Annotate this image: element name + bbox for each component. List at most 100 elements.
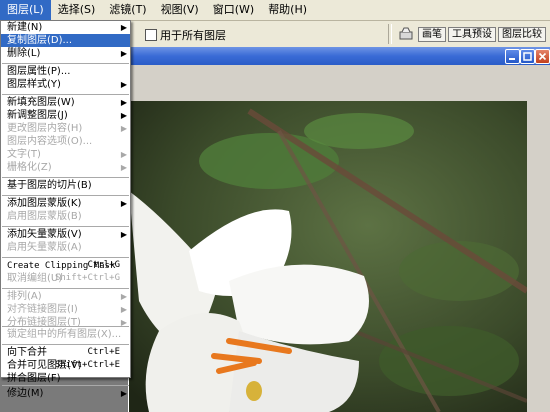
menu-item-label: 添加矢量蒙版(V) — [7, 229, 82, 240]
menu-item-label: 新填充图层(W) — [7, 97, 75, 108]
menu-item-label: 启用图层蒙版(B) — [7, 211, 82, 222]
menu-item-label: 删除(L) — [7, 48, 41, 59]
sample-all-layers-option[interactable]: 用于所有图层 — [145, 27, 226, 43]
menu-item-shortcut: Ctrl+G — [87, 260, 120, 270]
menu-item-label: 栅格化(Z) — [7, 162, 52, 173]
document-titlebar[interactable] — [129, 47, 550, 65]
submenu-arrow-icon: ▶ — [120, 199, 127, 208]
menu-item-new[interactable]: 新建(N) ▶ — [1, 21, 130, 34]
menu-item-shortcut: Shift+Ctrl+E — [54, 360, 120, 370]
submenu-arrow-icon: ▶ — [120, 124, 127, 133]
menu-item-merge-visible[interactable]: 合并可见图层(V) Shift+Ctrl+E — [1, 359, 130, 372]
palette-well: 画笔 工具预设 图层比较 — [418, 27, 546, 42]
menu-item-label: 添加图层蒙版(K) — [7, 198, 82, 209]
menu-separator — [2, 344, 129, 345]
menu-separator — [2, 385, 129, 386]
close-icon — [538, 52, 547, 61]
submenu-arrow-icon: ▶ — [120, 80, 127, 89]
menu-layer[interactable]: 图层(L) — [0, 0, 51, 20]
menu-item-layer-style[interactable]: 图层样式(Y) ▶ — [1, 78, 130, 91]
menu-item-delete[interactable]: 删除(L) ▶ — [1, 47, 130, 60]
menu-item-label: 修边(M) — [7, 388, 44, 399]
layer-menu-dropdown: 新建(N) ▶ 复制图层(D)... 删除(L) ▶ 图层属性(P)... 图层样式(Y) ▶… — [0, 20, 131, 399]
menu-select[interactable]: 选择(S) — [51, 0, 103, 20]
submenu-arrow-icon: ▶ — [120, 305, 127, 314]
sample-all-layers-checkbox[interactable] — [145, 29, 157, 41]
menu-separator — [2, 63, 129, 64]
menu-separator — [2, 94, 129, 95]
menu-item-label: 新建(N) — [7, 22, 43, 33]
options-divider — [388, 24, 392, 44]
menu-item-change-layer-content: 更改图层内容(H) ▶ — [1, 122, 130, 135]
menu-item-create-clipping-mask[interactable]: Create Clipping Mask Ctrl+G — [1, 259, 130, 272]
menu-separator — [2, 257, 129, 258]
submenu-arrow-icon: ▶ — [120, 23, 127, 32]
menu-item-merge-down[interactable]: 向下合并 Ctrl+E — [1, 346, 130, 359]
menu-separator — [2, 177, 129, 178]
submenu-arrow-icon: ▶ — [120, 111, 127, 120]
menu-bar: 图层(L) 选择(S) 滤镜(T) 视图(V) 窗口(W) 帮助(H) — [0, 0, 550, 21]
submenu-arrow-icon: ▶ — [120, 230, 127, 239]
minimize-icon — [509, 58, 515, 60]
submenu-arrow-icon: ▶ — [120, 98, 127, 107]
menu-item-type: 文字(T) ▶ — [1, 148, 130, 161]
menu-item-label: 排列(A) — [7, 291, 42, 302]
menu-item-label: 基于图层的切片(B) — [7, 180, 92, 191]
menu-item-label: 取消编组(U) — [7, 273, 63, 284]
maximize-icon — [523, 52, 532, 61]
menu-item-enable-vector-mask: 启用矢量蒙版(A) — [1, 241, 130, 254]
menu-item-label: 向下合并 — [7, 347, 47, 358]
menu-item-label: 更改图层内容(H) — [7, 123, 83, 134]
menu-separator — [2, 326, 129, 327]
menu-item-label: 文字(T) — [7, 149, 41, 160]
lily-photo — [129, 101, 527, 412]
close-button[interactable] — [535, 49, 550, 64]
document-window — [128, 47, 550, 412]
submenu-arrow-icon: ▶ — [120, 389, 127, 398]
tab-layer-comps[interactable]: 图层比较 — [498, 27, 546, 42]
menu-item-label: 对齐链接图层(I) — [7, 304, 78, 315]
menu-item-matting[interactable]: 修边(M) ▶ — [1, 387, 130, 400]
menu-item-label: 启用矢量蒙版(A) — [7, 242, 82, 253]
tab-tool-presets[interactable]: 工具预设 — [448, 27, 496, 42]
menu-item-layer-properties[interactable]: 图层属性(P)... — [1, 65, 130, 78]
menu-separator — [2, 195, 129, 196]
submenu-arrow-icon: ▶ — [120, 49, 127, 58]
menu-item-add-layer-mask[interactable]: 添加图层蒙版(K) ▶ — [1, 197, 130, 210]
submenu-arrow-icon: ▶ — [120, 292, 127, 301]
submenu-arrow-icon: ▶ — [120, 163, 127, 172]
menu-item-lock-all-layers-in-set: 锁定组中的所有图层(X)... — [1, 328, 130, 341]
image-canvas[interactable] — [129, 101, 527, 412]
menu-item-add-vector-mask[interactable]: 添加矢量蒙版(V) ▶ — [1, 228, 130, 241]
submenu-arrow-icon: ▶ — [120, 150, 127, 159]
menu-item-label: 图层内容选项(O)... — [7, 136, 93, 147]
menu-window[interactable]: 窗口(W) — [206, 0, 261, 20]
menu-item-label: 复制图层(D)... — [7, 35, 73, 46]
menu-item-new-fill-layer[interactable]: 新填充图层(W) ▶ — [1, 96, 130, 109]
menu-item-label: 拼合图层(F) — [7, 373, 61, 384]
menu-item-rasterize: 栅格化(Z) ▶ — [1, 161, 130, 174]
menu-item-label: 新调整图层(J) — [7, 110, 68, 121]
menu-view[interactable]: 视图(V) — [154, 0, 206, 20]
menu-item-layer-based-slice[interactable]: 基于图层的切片(B) — [1, 179, 130, 192]
maximize-button[interactable] — [520, 49, 535, 64]
menu-separator — [2, 226, 129, 227]
menu-item-label: 锁定组中的所有图层(X)... — [7, 329, 122, 340]
sample-all-layers-label: 用于所有图层 — [160, 29, 226, 42]
tab-brushes[interactable]: 画笔 — [418, 27, 446, 42]
menu-item-duplicate-layer[interactable]: 复制图层(D)... — [1, 34, 130, 47]
tool-preset-icon[interactable] — [398, 25, 414, 41]
menu-item-new-adjustment-layer[interactable]: 新调整图层(J) ▶ — [1, 109, 130, 122]
menu-filter[interactable]: 滤镜(T) — [102, 0, 153, 20]
menu-help[interactable]: 帮助(H) — [261, 0, 314, 20]
minimize-button[interactable] — [505, 49, 520, 64]
menu-item-flatten-image[interactable]: 拼合图层(F) — [1, 372, 130, 385]
menu-item-arrange: 排列(A) ▶ — [1, 290, 130, 303]
menu-item-shortcut: Shift+Ctrl+G — [54, 273, 120, 283]
menu-item-ungroup: 取消编组(U) Shift+Ctrl+G — [1, 272, 130, 285]
menu-item-shortcut: Ctrl+E — [87, 347, 120, 357]
menu-item-layer-content-options: 图层内容选项(O)... — [1, 135, 130, 148]
menu-item-label: 图层属性(P)... — [7, 66, 71, 77]
menu-separator — [2, 288, 129, 289]
menu-item-align-linked: 对齐链接图层(I) ▶ — [1, 303, 130, 316]
